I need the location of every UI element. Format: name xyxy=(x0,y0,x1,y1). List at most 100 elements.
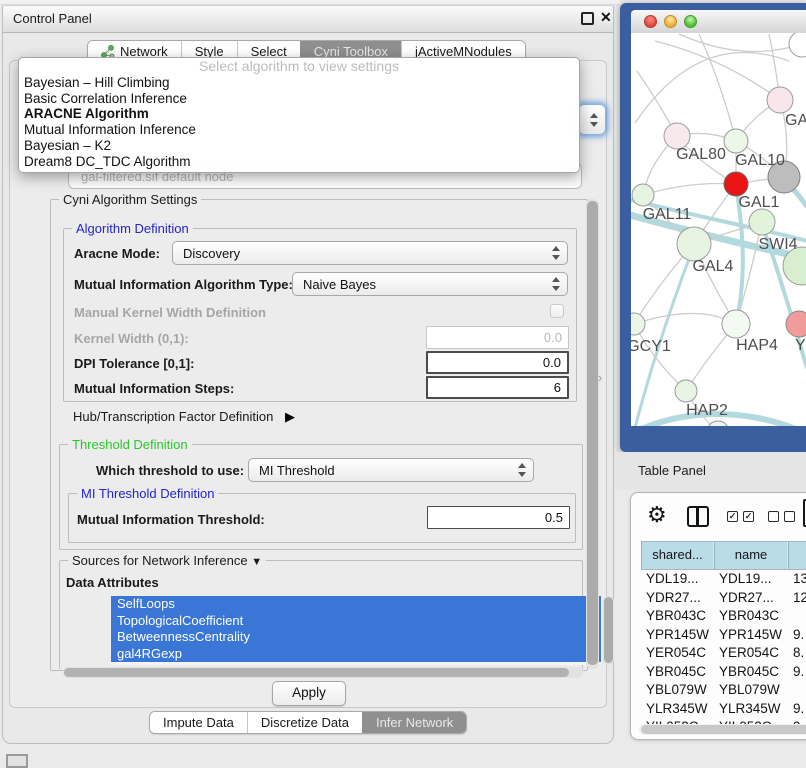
list-item[interactable]: TopologicalCoefficient xyxy=(111,613,601,630)
group-title: MI Threshold Definition xyxy=(77,486,218,501)
mini-panel-icon[interactable] xyxy=(6,754,28,768)
group-title: Cyni Algorithm Settings xyxy=(59,192,201,207)
popup-item[interactable]: Bayesian – Hill Climbing xyxy=(19,75,579,91)
deselect-all-icon[interactable] xyxy=(768,511,779,522)
node[interactable] xyxy=(707,421,729,426)
table-header-row: shared... name xyxy=(641,541,806,570)
cell: YBR045C xyxy=(714,663,788,682)
cell: YPR145W xyxy=(641,626,714,645)
mi-algorithm-type-combo[interactable]: Naive Bayes xyxy=(292,272,568,296)
table-horizontal-scrollbar[interactable] xyxy=(639,724,806,735)
table-row[interactable]: YBL079W YBL079W xyxy=(641,681,806,700)
mac-zoom-icon[interactable] xyxy=(684,15,697,28)
node-hap2[interactable] xyxy=(675,380,697,402)
node-hap4[interactable] xyxy=(722,310,750,338)
apply-button[interactable]: Apply xyxy=(272,681,346,706)
table-row[interactable]: YDR27... YDR27... 12 xyxy=(641,589,806,608)
algorithm-dropdown-popup: Select algorithm to view settings Bayesi… xyxy=(18,57,580,173)
popup-prompt: Select algorithm to view settings xyxy=(19,58,579,75)
column-header[interactable] xyxy=(788,542,806,569)
hub-definition-toggle[interactable]: Hub/Transcription Factor Definition ▶ xyxy=(73,409,295,425)
node[interactable] xyxy=(749,209,775,235)
node-gcy1[interactable] xyxy=(631,313,645,335)
control-panel-titlebar: Control Panel ✕ xyxy=(3,6,613,33)
tab-impute-data[interactable]: Impute Data xyxy=(150,712,247,733)
collapse-arrow-icon[interactable]: ▼ xyxy=(251,556,262,568)
network-canvas[interactable]: GAL GAL80 GAL10 GAL1 GAL11 GAL4 SWI4 GCY… xyxy=(631,33,806,426)
aracne-mode-combo[interactable]: Discovery xyxy=(172,241,568,265)
tab-label: Discretize Data xyxy=(261,715,349,730)
dpi-tolerance-field[interactable] xyxy=(426,351,569,374)
network-window-titlebar[interactable] xyxy=(631,10,806,34)
deselect-all-icon[interactable] xyxy=(784,511,795,522)
algorithm-definition-group: Algorithm Definition Aracne Mode: Discov… xyxy=(63,228,577,402)
settings-scrollbar[interactable] xyxy=(586,199,599,669)
list-scrollbar[interactable] xyxy=(603,596,614,665)
mi-threshold-field[interactable] xyxy=(427,506,570,529)
cell: YER054C xyxy=(714,644,788,663)
table-row[interactable]: YDL19... YDL19... 13 xyxy=(641,570,806,589)
table-row[interactable]: YLR345W YLR345W 9. xyxy=(641,700,806,719)
column-header[interactable]: name xyxy=(714,542,788,569)
node-label: HAP2 xyxy=(686,402,728,419)
mac-close-icon[interactable] xyxy=(644,15,657,28)
list-item[interactable]: gal4RGexp xyxy=(111,646,601,663)
group-title: Threshold Definition xyxy=(68,437,192,452)
kernel-width-field[interactable] xyxy=(426,326,569,349)
popup-item-selected[interactable]: ARACNE Algorithm xyxy=(19,106,579,122)
panel-horizontal-scrollbar[interactable] xyxy=(63,667,583,678)
node[interactable] xyxy=(789,33,806,57)
table-row[interactable]: YPR145W YPR145W 9. xyxy=(641,626,806,645)
node-salmon[interactable] xyxy=(786,311,806,337)
threshold-definition-group: Threshold Definition Which threshold to … xyxy=(59,444,583,550)
stepper-icon xyxy=(552,246,561,260)
table-row[interactable]: YBR043C YBR043C xyxy=(641,607,806,626)
panel-splitter-arrow-icon[interactable]: › xyxy=(598,370,602,385)
gear-icon[interactable]: ⚙ xyxy=(647,502,667,528)
cell: YDL19... xyxy=(714,570,788,589)
popup-item[interactable]: Mutual Information Inference xyxy=(19,122,579,138)
mi-steps-field[interactable] xyxy=(426,376,569,399)
table-panel: ⚙ ✓ ✓ shared... name YDL19... YDL19... 1… xyxy=(630,492,806,740)
popup-item[interactable]: Basic Correlation Inference xyxy=(19,91,579,107)
node-gal10[interactable] xyxy=(724,129,748,153)
cell: YBL079W xyxy=(714,681,788,700)
combo-value: Discovery xyxy=(183,246,240,261)
list-item[interactable]: BetweennessCentrality xyxy=(111,629,601,646)
node-gal11[interactable] xyxy=(632,184,654,206)
node-gal-partial[interactable] xyxy=(767,87,793,113)
manual-kernel-label: Manual Kernel Width Definition xyxy=(74,305,266,320)
node-label: GAL10 xyxy=(735,152,785,169)
node-label: GAL xyxy=(785,112,806,129)
cell: YDL19... xyxy=(641,570,714,589)
float-window-icon[interactable] xyxy=(581,12,594,25)
tab-discretize-data[interactable]: Discretize Data xyxy=(247,712,362,733)
table-row[interactable]: YER054C YER054C 8. xyxy=(641,644,806,663)
table-row[interactable]: YBR045C YBR045C 9. xyxy=(641,663,806,682)
close-icon[interactable]: ✕ xyxy=(600,11,613,24)
cell: YER054C xyxy=(641,644,714,663)
node-label: SWI4 xyxy=(758,236,797,253)
node-table: shared... name YDL19... YDL19... 13 YDR2… xyxy=(641,541,806,737)
which-threshold-combo[interactable]: MI Threshold xyxy=(248,458,534,482)
group-title: Sources for Network Inference ▼ xyxy=(68,553,266,568)
edge xyxy=(635,52,789,123)
select-all-icon[interactable]: ✓ xyxy=(727,511,738,522)
column-header[interactable]: shared... xyxy=(641,542,714,569)
tab-infer-network[interactable]: Infer Network xyxy=(362,712,466,733)
aracne-mode-label: Aracne Mode: xyxy=(74,246,160,261)
select-all-icon[interactable]: ✓ xyxy=(743,511,754,522)
algorithm-combo-stepper[interactable] xyxy=(578,104,606,135)
manual-kernel-checkbox[interactable] xyxy=(550,304,564,318)
cell: 9. xyxy=(788,663,806,682)
mac-minimize-icon[interactable] xyxy=(664,15,677,28)
list-item[interactable]: SelfLoops xyxy=(111,596,601,613)
expand-arrow-icon: ▶ xyxy=(285,409,295,425)
popup-item[interactable]: Bayesian – K2 xyxy=(19,138,579,154)
popup-item[interactable]: Dream8 DC_TDC Algorithm xyxy=(19,154,579,170)
cell: YLR345W xyxy=(714,700,788,719)
column-view-icon[interactable] xyxy=(687,506,709,527)
node-gal1[interactable] xyxy=(724,172,748,196)
node-gal4[interactable] xyxy=(677,227,711,261)
cell: 8. xyxy=(788,644,806,663)
